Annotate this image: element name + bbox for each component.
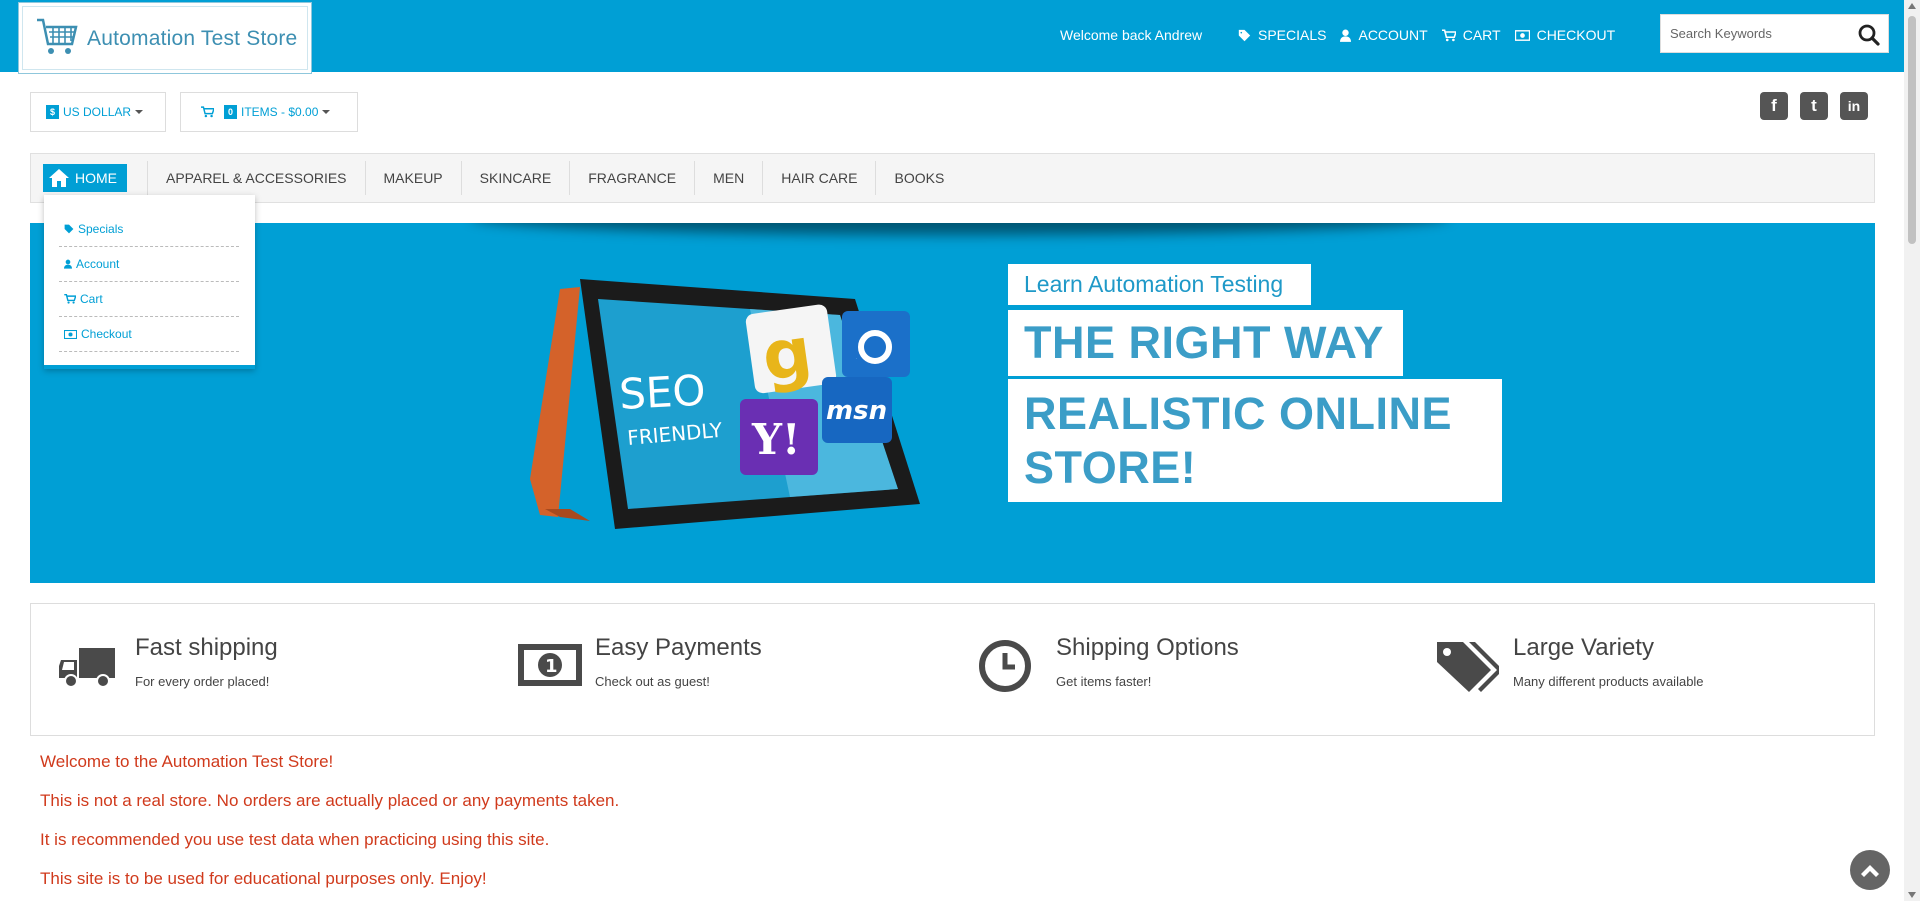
currency-dropdown[interactable]: $ US DOLLAR bbox=[30, 92, 166, 132]
cart-dropdown[interactable]: 0 ITEMS - $0.00 bbox=[180, 92, 358, 132]
currency-label: US DOLLAR bbox=[63, 105, 132, 119]
top-header: Automation Test Store Welcome back Andre… bbox=[0, 0, 1904, 74]
cart-summary: ITEMS - $0.00 bbox=[241, 105, 319, 119]
top-link-label: ACCOUNT bbox=[1358, 27, 1428, 43]
hero-banner[interactable]: SEO FRIENDLY g b Y! msn Learn Automation… bbox=[30, 223, 1875, 583]
banknote-icon: 1 bbox=[518, 644, 582, 686]
top-link-cart[interactable]: CART bbox=[1441, 27, 1501, 43]
money-icon bbox=[1514, 29, 1530, 41]
dropdown-item-cart[interactable]: Cart bbox=[59, 282, 239, 317]
nav-item-hair-care[interactable]: HAIR CARE bbox=[762, 161, 875, 195]
store-logo[interactable]: Automation Test Store bbox=[18, 2, 312, 74]
page: Automation Test Store Welcome back Andre… bbox=[0, 0, 1920, 901]
top-link-label: CHECKOUT bbox=[1536, 27, 1616, 43]
top-links: SPECIALS ACCOUNT CART CHECKOUT bbox=[1238, 27, 1615, 43]
social-links: f t in bbox=[1760, 92, 1868, 120]
welcome-paragraph: Welcome to the Automation Test Store! bbox=[40, 752, 334, 771]
seo-text: SEO bbox=[618, 366, 707, 419]
welcome-message[interactable]: Welcome back Andrew bbox=[1060, 27, 1202, 43]
welcome-paragraph: This is not a real store. No orders are … bbox=[40, 791, 620, 810]
dropdown-label: Checkout bbox=[81, 327, 132, 341]
nav-item-books[interactable]: BOOKS bbox=[875, 161, 962, 195]
nav-item-makeup[interactable]: MAKEUP bbox=[364, 161, 461, 195]
back-to-top-button[interactable] bbox=[1850, 850, 1890, 890]
truck-icon bbox=[59, 648, 115, 688]
nav-item-skincare[interactable]: SKINCARE bbox=[460, 161, 570, 195]
cart-icon bbox=[1441, 28, 1456, 41]
feature-subtitle: Many different products available bbox=[1513, 674, 1704, 689]
home-dropdown-menu: Specials Account Cart Checkout bbox=[44, 195, 255, 369]
features-bar: Fast shipping For every order placed! 1 … bbox=[30, 603, 1875, 736]
search-icon[interactable] bbox=[1858, 24, 1880, 46]
tag-icon bbox=[1238, 29, 1251, 41]
feature-title: Shipping Options bbox=[1056, 634, 1239, 661]
yahoo-text: Y! bbox=[751, 415, 800, 464]
top-link-label: CART bbox=[1462, 27, 1501, 43]
feature-title: Easy Payments bbox=[595, 634, 762, 661]
feature-title: Fast shipping bbox=[135, 634, 278, 661]
cart-icon bbox=[201, 106, 214, 118]
user-icon bbox=[64, 259, 72, 269]
scroll-down-arrow-icon[interactable] bbox=[1908, 892, 1916, 898]
feature-subtitle: For every order placed! bbox=[135, 674, 270, 689]
dropdown-item-specials[interactable]: Specials bbox=[59, 212, 239, 247]
facebook-icon[interactable]: f bbox=[1760, 92, 1788, 120]
linkedin-icon[interactable]: in bbox=[1840, 92, 1868, 120]
main-nav: HOME APPAREL & ACCESSORIES MAKEUP SKINCA… bbox=[30, 153, 1875, 203]
search-input[interactable] bbox=[1661, 26, 1851, 41]
feature-subtitle: Check out as guest! bbox=[595, 674, 710, 689]
money-icon bbox=[64, 329, 77, 339]
logo-cart-icon bbox=[37, 18, 78, 54]
scroll-up-arrow-icon[interactable] bbox=[1908, 3, 1916, 9]
dropdown-label: Account bbox=[76, 257, 120, 271]
logo-text: Automation Test Store bbox=[87, 27, 298, 50]
svg-text:1: 1 bbox=[545, 656, 558, 677]
feature-subtitle: Get items faster! bbox=[1056, 674, 1152, 689]
twitter-icon[interactable]: t bbox=[1800, 92, 1828, 120]
dropdown-label: Cart bbox=[80, 292, 103, 306]
msn-text: msn bbox=[826, 396, 887, 426]
clock-icon bbox=[979, 640, 1031, 692]
laptop-illustration: SEO FRIENDLY g b Y! msn bbox=[530, 279, 920, 529]
top-link-label: SPECIALS bbox=[1258, 27, 1327, 43]
cart-count-badge: 0 bbox=[224, 105, 238, 119]
currency-symbol: $ bbox=[46, 105, 60, 119]
chevron-up-icon bbox=[1861, 865, 1879, 877]
top-link-specials[interactable]: SPECIALS bbox=[1238, 27, 1326, 43]
tags-icon bbox=[1437, 642, 1499, 692]
dropdown-item-checkout[interactable]: Checkout bbox=[59, 317, 239, 352]
home-icon bbox=[49, 169, 69, 187]
banner-headline: THE RIGHT WAY bbox=[1008, 310, 1403, 376]
user-icon bbox=[1340, 29, 1352, 42]
search-box bbox=[1660, 14, 1889, 53]
nav-item-fragrance[interactable]: FRAGRANCE bbox=[569, 161, 694, 195]
welcome-paragraph: It is recommended you use test data when… bbox=[40, 830, 550, 849]
nav-home[interactable]: HOME bbox=[43, 164, 127, 192]
top-link-account[interactable]: ACCOUNT bbox=[1340, 27, 1428, 43]
welcome-text-block: Welcome to the Automation Test Store! Th… bbox=[40, 752, 619, 901]
banner-tagline: Learn Automation Testing bbox=[1008, 264, 1311, 305]
chevron-down-icon bbox=[322, 110, 331, 114]
top-link-checkout[interactable]: CHECKOUT bbox=[1514, 27, 1616, 43]
tag-icon bbox=[64, 224, 74, 234]
feature-title: Large Variety bbox=[1513, 634, 1654, 661]
page-scrollbar[interactable] bbox=[1904, 0, 1920, 901]
chevron-down-icon bbox=[135, 110, 144, 114]
dropdown-label: Specials bbox=[78, 222, 124, 236]
nav-home-label: HOME bbox=[75, 170, 117, 186]
dropdown-item-account[interactable]: Account bbox=[59, 247, 239, 282]
welcome-paragraph: This site is to be used for educational … bbox=[40, 869, 487, 888]
nav-item-men[interactable]: MEN bbox=[694, 161, 762, 195]
scrollbar-thumb[interactable] bbox=[1908, 16, 1916, 244]
banner-subheadline: REALISTIC ONLINE STORE! bbox=[1008, 379, 1502, 502]
banner-shadow bbox=[470, 223, 1450, 235]
cart-icon bbox=[64, 294, 76, 304]
nav-item-apparel[interactable]: APPAREL & ACCESSORIES bbox=[147, 161, 365, 195]
